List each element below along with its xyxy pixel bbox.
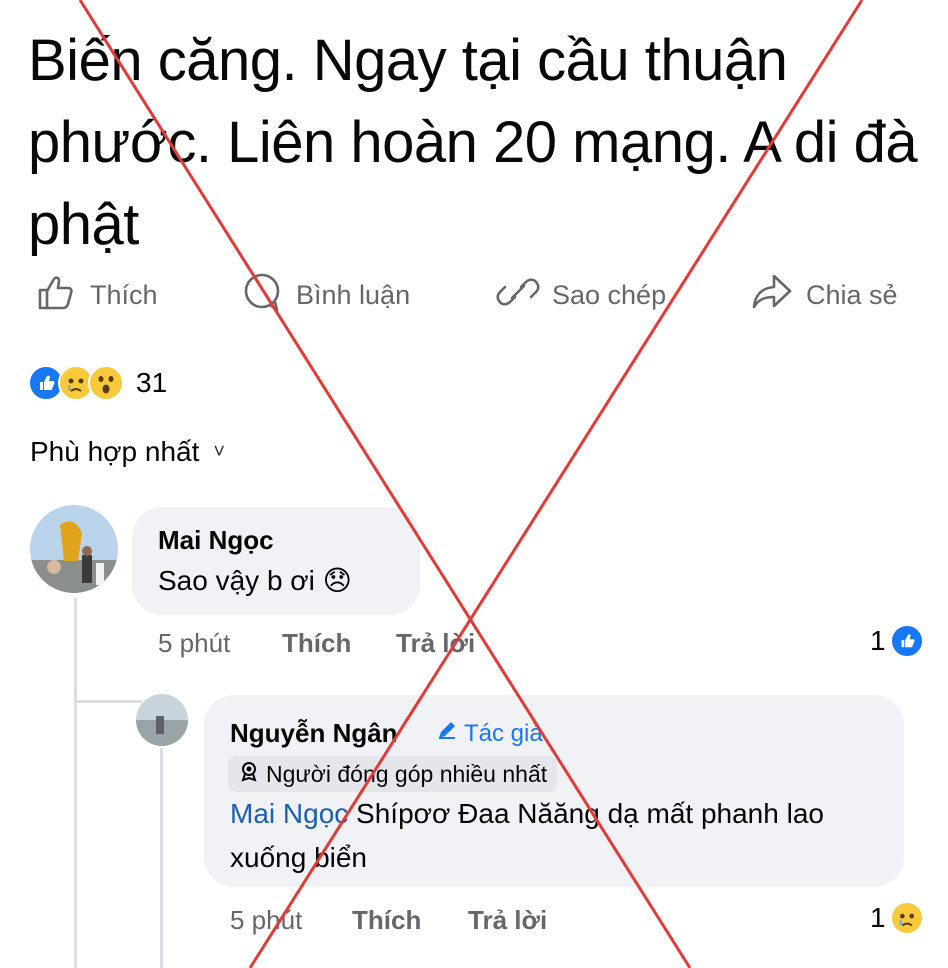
post-actions-bar: Thích Bình luận Sao chép Chia sẻ [0, 270, 948, 320]
top-contributor-badge: Người đóng góp nhiều nhất [228, 756, 558, 792]
copy-button-label: Sao chép [552, 279, 667, 310]
comment-like-button[interactable]: Thích [282, 628, 351, 659]
post-title: Biến căng. Ngay tại cầu thuận phước. Liê… [28, 28, 918, 257]
avatar[interactable] [30, 505, 118, 593]
top-contributor-label: Người đóng góp nhiều nhất [266, 760, 548, 787]
reaction-count: 31 [136, 367, 168, 398]
like-button[interactable]: Thích [34, 270, 158, 320]
award-icon [238, 760, 260, 788]
chevron-down-icon: ˅ [213, 440, 226, 463]
like-button-label: Thích [90, 279, 158, 310]
avatar[interactable] [136, 694, 188, 746]
reply-reply-button[interactable]: Trả lời [468, 905, 547, 936]
reply-reaction-number: 1 [870, 902, 886, 933]
sad-icon [889, 901, 924, 935]
reply-thread-line [160, 748, 163, 968]
comment-button[interactable]: Bình luận [240, 270, 410, 320]
comment-author[interactable]: Mai Ngọc [158, 525, 274, 556]
share-button-label: Chia sẻ [806, 279, 898, 310]
comment-reply-button[interactable]: Trả lời [396, 628, 475, 659]
reply-reaction-count[interactable]: 1 [870, 901, 924, 935]
copy-button[interactable]: Sao chép [496, 270, 666, 320]
comment-button-label: Bình luận [296, 279, 411, 310]
author-badge-label: Tác giả [464, 719, 543, 747]
link-icon [496, 270, 540, 321]
reaction-summary[interactable]: 31 [28, 362, 167, 404]
wow-icon [88, 365, 124, 401]
thumbs-up-icon [34, 270, 78, 321]
thread-connector [74, 700, 142, 703]
reply-like-button[interactable]: Thích [352, 905, 421, 936]
reply-time[interactable]: 5 phút [230, 905, 302, 936]
thread-line [74, 598, 77, 968]
pencil-icon [436, 719, 458, 748]
comment-text: Sao vậy b ơi 😞 [158, 565, 352, 596]
share-arrow-icon [750, 270, 794, 321]
reply-author[interactable]: Nguyễn Ngân [230, 718, 398, 749]
author-badge: Tác giả [436, 719, 543, 748]
comment-reaction-count[interactable]: 1 [870, 624, 924, 658]
comment-time[interactable]: 5 phút [158, 628, 230, 659]
like-icon [889, 624, 924, 658]
comment-reaction-number: 1 [870, 625, 886, 656]
share-button[interactable]: Chia sẻ [750, 270, 898, 320]
comment-sort-dropdown[interactable]: Phù hợp nhất ˅ [30, 436, 225, 468]
reply-text: Mai Ngọc Shípơơ Đaa Năăng dạ mất phanh l… [230, 792, 890, 880]
comment-bubble-icon [240, 270, 284, 321]
sort-label: Phù hợp nhất [30, 436, 200, 467]
mention-link[interactable]: Mai Ngọc [230, 798, 348, 829]
